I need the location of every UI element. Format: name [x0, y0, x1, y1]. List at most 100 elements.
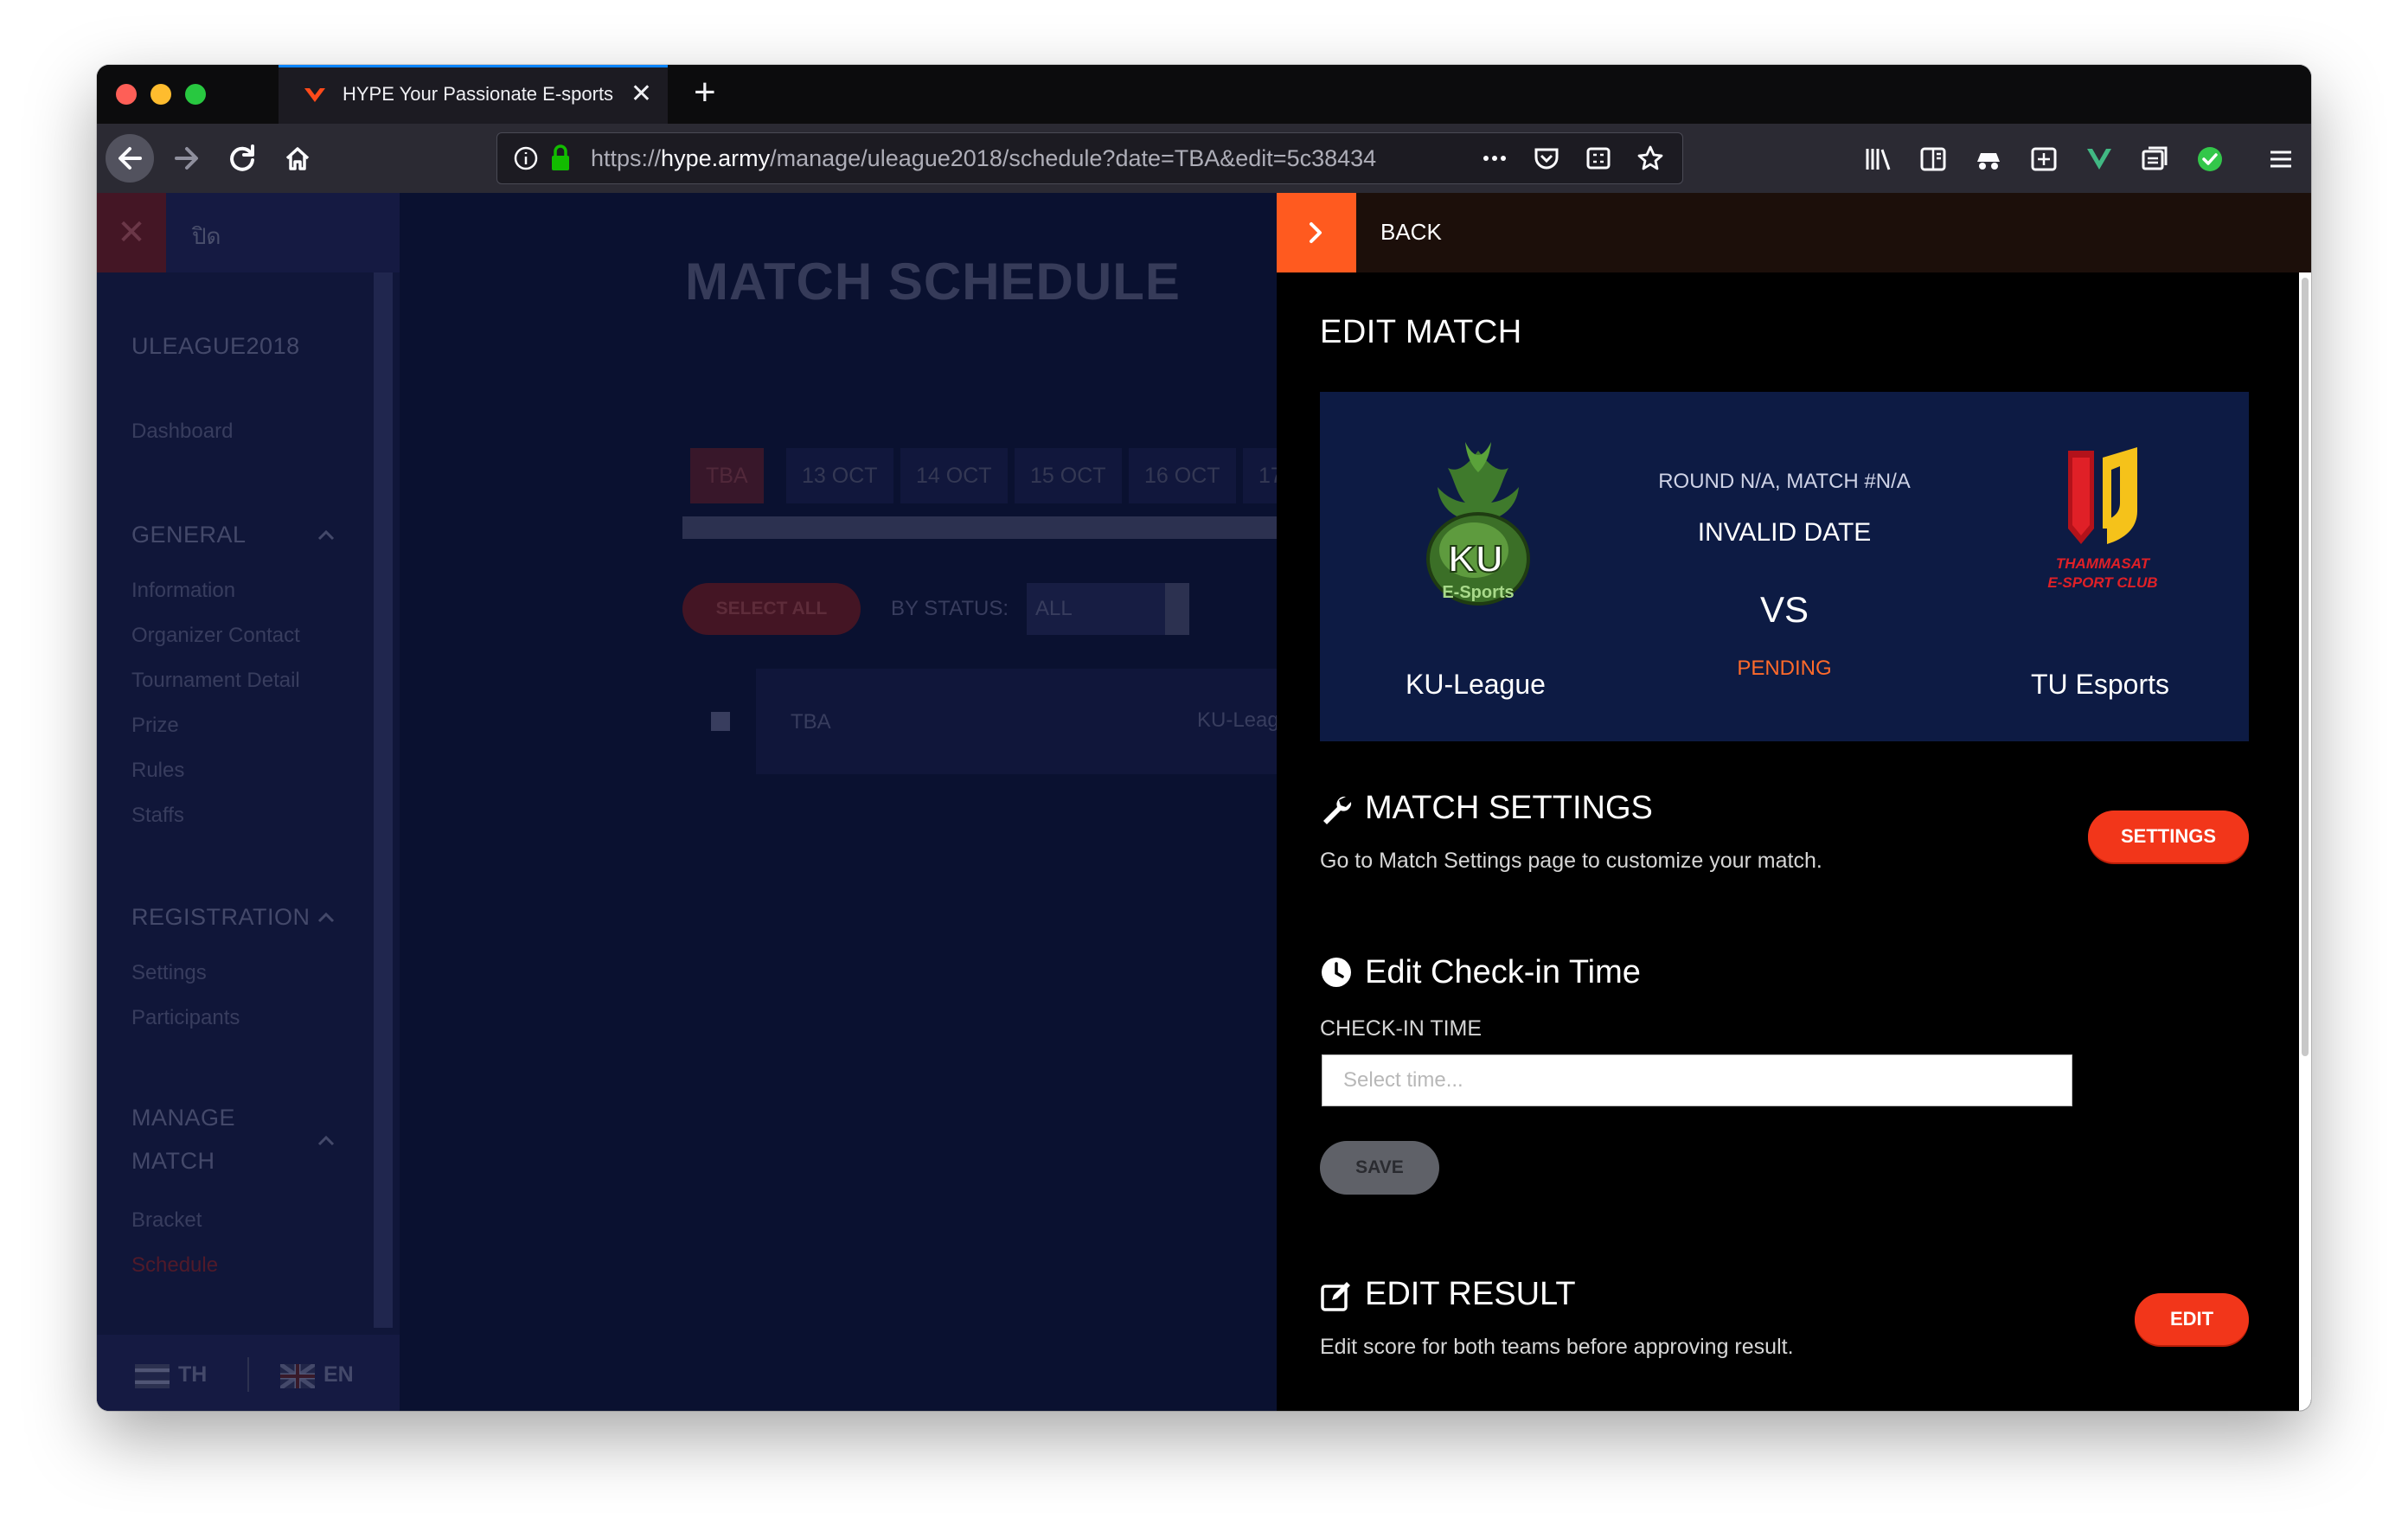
tab-date-15-oct[interactable]: 15 OCT [1015, 448, 1122, 503]
close-window-button[interactable] [116, 84, 137, 105]
screenshot-icon[interactable] [1584, 144, 1613, 173]
url-scheme: https:// [591, 145, 662, 171]
vue-devtools-icon[interactable] [2085, 144, 2114, 174]
tab-close-icon[interactable]: ✕ [631, 80, 652, 109]
sidebar-league-title[interactable]: ULEAGUE2018 [131, 333, 300, 360]
hype-favicon-icon [304, 88, 325, 102]
sidebar-item-participants[interactable]: Participants [131, 1006, 240, 1030]
date-tabs-scrollbar[interactable] [682, 516, 1374, 539]
chevron-up-icon[interactable] [317, 1134, 335, 1146]
reload-icon[interactable] [218, 134, 266, 183]
edit-match-title: EDIT MATCH [1320, 314, 1522, 350]
sidebar-section-manage-match-line2[interactable]: MATCH [131, 1148, 215, 1175]
nav-bar: https://hype.army/manage/uleague2018/sch… [97, 124, 2311, 193]
library-icon[interactable] [1863, 144, 1892, 174]
url-actions [1480, 144, 1665, 173]
settings-button[interactable]: SETTINGS [2088, 811, 2249, 862]
save-button[interactable]: SAVE [1320, 1141, 1439, 1195]
sidebar-item-dashboard[interactable]: Dashboard [131, 420, 233, 444]
page-title: MATCH SCHEDULE [685, 253, 1181, 311]
zoom-window-button[interactable] [185, 84, 206, 105]
language-switcher: TH EN [97, 1335, 400, 1411]
back-arrow-icon[interactable] [106, 134, 154, 183]
edit-button[interactable]: EDIT [2135, 1293, 2249, 1345]
panel-scrollbar-thumb[interactable] [2302, 278, 2309, 1056]
sidebar-item-staffs[interactable]: Staffs [131, 804, 184, 828]
status-select[interactable]: ALL [1027, 583, 1189, 635]
browser-tab[interactable]: HYPE Your Passionate E-sports ✕ [279, 65, 668, 124]
match-settings-desc: Go to Match Settings page to customize y… [1320, 849, 1822, 873]
sidebar-header: ✕ ปิด [97, 193, 400, 272]
containers-icon[interactable] [2029, 144, 2059, 174]
tu-logo-text-bottom: E-SPORT CLUB [2047, 574, 2157, 591]
chevron-up-icon[interactable] [317, 529, 335, 541]
select-all-button[interactable]: SELECT ALL [682, 583, 861, 635]
tab-date-13-oct[interactable]: 13 OCT [786, 448, 893, 503]
match-date: INVALID DATE [1697, 518, 1872, 547]
url-text[interactable]: https://hype.army/manage/uleague2018/sch… [591, 145, 1482, 172]
match-card: KU E-Sports KU-League ROUND N/A, MATCH #… [1320, 392, 2249, 741]
lock-icon [552, 144, 569, 170]
tab-title: HYPE Your Passionate E-sports [343, 83, 614, 105]
sidebar-item-rules[interactable]: Rules [131, 759, 184, 783]
edit-result-title: EDIT RESULT [1365, 1276, 1576, 1312]
edit-match-panel: BACK EDIT MATCH KU E-Sports KU-League RO… [1277, 193, 2311, 1411]
checkin-time-input[interactable] [1322, 1054, 2072, 1106]
sidebar-item-prize[interactable]: Prize [131, 714, 179, 738]
minimize-window-button[interactable] [150, 84, 171, 105]
sidebar-item-organizer-contact[interactable]: Organizer Contact [131, 624, 300, 648]
sidebar-item-information[interactable]: Information [131, 579, 235, 603]
bookmark-star-icon[interactable] [1636, 144, 1665, 173]
chevron-right-icon[interactable] [1277, 193, 1356, 272]
lang-th[interactable]: TH [178, 1362, 207, 1387]
pocket-icon[interactable] [1532, 144, 1561, 173]
row-checkbox[interactable] [711, 712, 730, 731]
ku-esports-logo: KU E-Sports [1426, 442, 1530, 606]
sidebar-item-tournament-detail[interactable]: Tournament Detail [131, 669, 300, 693]
hamburger-menu-icon[interactable] [2266, 144, 2296, 174]
reader-extension-icon[interactable] [2140, 144, 2169, 174]
sidebar-item-settings[interactable]: Settings [131, 961, 207, 985]
uk-flag-icon [280, 1364, 315, 1388]
chevron-down-icon[interactable] [1165, 583, 1189, 635]
edit-icon [1321, 1282, 1350, 1311]
tab-bar: HYPE Your Passionate E-sports ✕ + [97, 65, 2311, 124]
sidebar: ✕ ปิด ULEAGUE2018 Dashboard GENERAL Info… [97, 193, 400, 1411]
tu-esports-logo: THAMMASAT E-SPORT CLUB [2047, 447, 2158, 591]
sidebar-section-general[interactable]: GENERAL [131, 522, 247, 548]
lang-en[interactable]: EN [323, 1362, 354, 1387]
panel-header: BACK [1277, 193, 2311, 272]
sidebar-scrollbar[interactable] [374, 272, 393, 1328]
url-bar[interactable]: https://hype.army/manage/uleague2018/sch… [496, 132, 1683, 184]
sidebar-section-manage-match-line1[interactable]: MANAGE [131, 1105, 235, 1131]
home-icon[interactable] [273, 134, 322, 183]
new-tab-icon[interactable]: + [694, 74, 716, 112]
tu-logo-text-top: THAMMASAT [2056, 555, 2151, 572]
tab-date-16-oct[interactable]: 16 OCT [1129, 448, 1236, 503]
back-button[interactable]: BACK [1380, 219, 1442, 246]
info-icon[interactable] [513, 145, 539, 171]
sidebar-item-schedule[interactable]: Schedule [131, 1253, 218, 1278]
panel-scrollbar[interactable] [2299, 272, 2311, 1411]
verified-check-icon[interactable] [2195, 144, 2225, 174]
sidebar-toggle-icon[interactable] [1918, 144, 1948, 174]
clock-icon [1322, 958, 1351, 987]
sidebar-section-registration[interactable]: REGISTRATION [131, 904, 311, 931]
team-a-name: KU-League [1406, 669, 1546, 700]
sidebar-item-bracket[interactable]: Bracket [131, 1208, 202, 1233]
app-content: ✕ ปิด ULEAGUE2018 Dashboard GENERAL Info… [97, 193, 2311, 1411]
close-label[interactable]: ปิด [192, 219, 221, 254]
tab-date-tba[interactable]: TBA [690, 448, 764, 503]
ku-logo-subtext: E-Sports [1442, 583, 1514, 602]
incognito-extension-icon[interactable] [1974, 144, 2003, 174]
more-icon[interactable] [1480, 144, 1509, 173]
url-path: /manage/uleague2018/schedule?date=TBA&ed… [770, 145, 1377, 171]
forward-arrow-icon[interactable] [163, 134, 211, 183]
ku-logo-text: KU [1448, 538, 1503, 580]
close-icon[interactable]: ✕ [97, 193, 166, 272]
chevron-up-icon[interactable] [317, 911, 335, 923]
tab-date-14-oct[interactable]: 14 OCT [900, 448, 1008, 503]
edit-result-desc: Edit score for both teams before approvi… [1320, 1335, 1794, 1359]
url-host: hype.army [661, 145, 771, 171]
by-status-label: BY STATUS: [891, 597, 1009, 620]
